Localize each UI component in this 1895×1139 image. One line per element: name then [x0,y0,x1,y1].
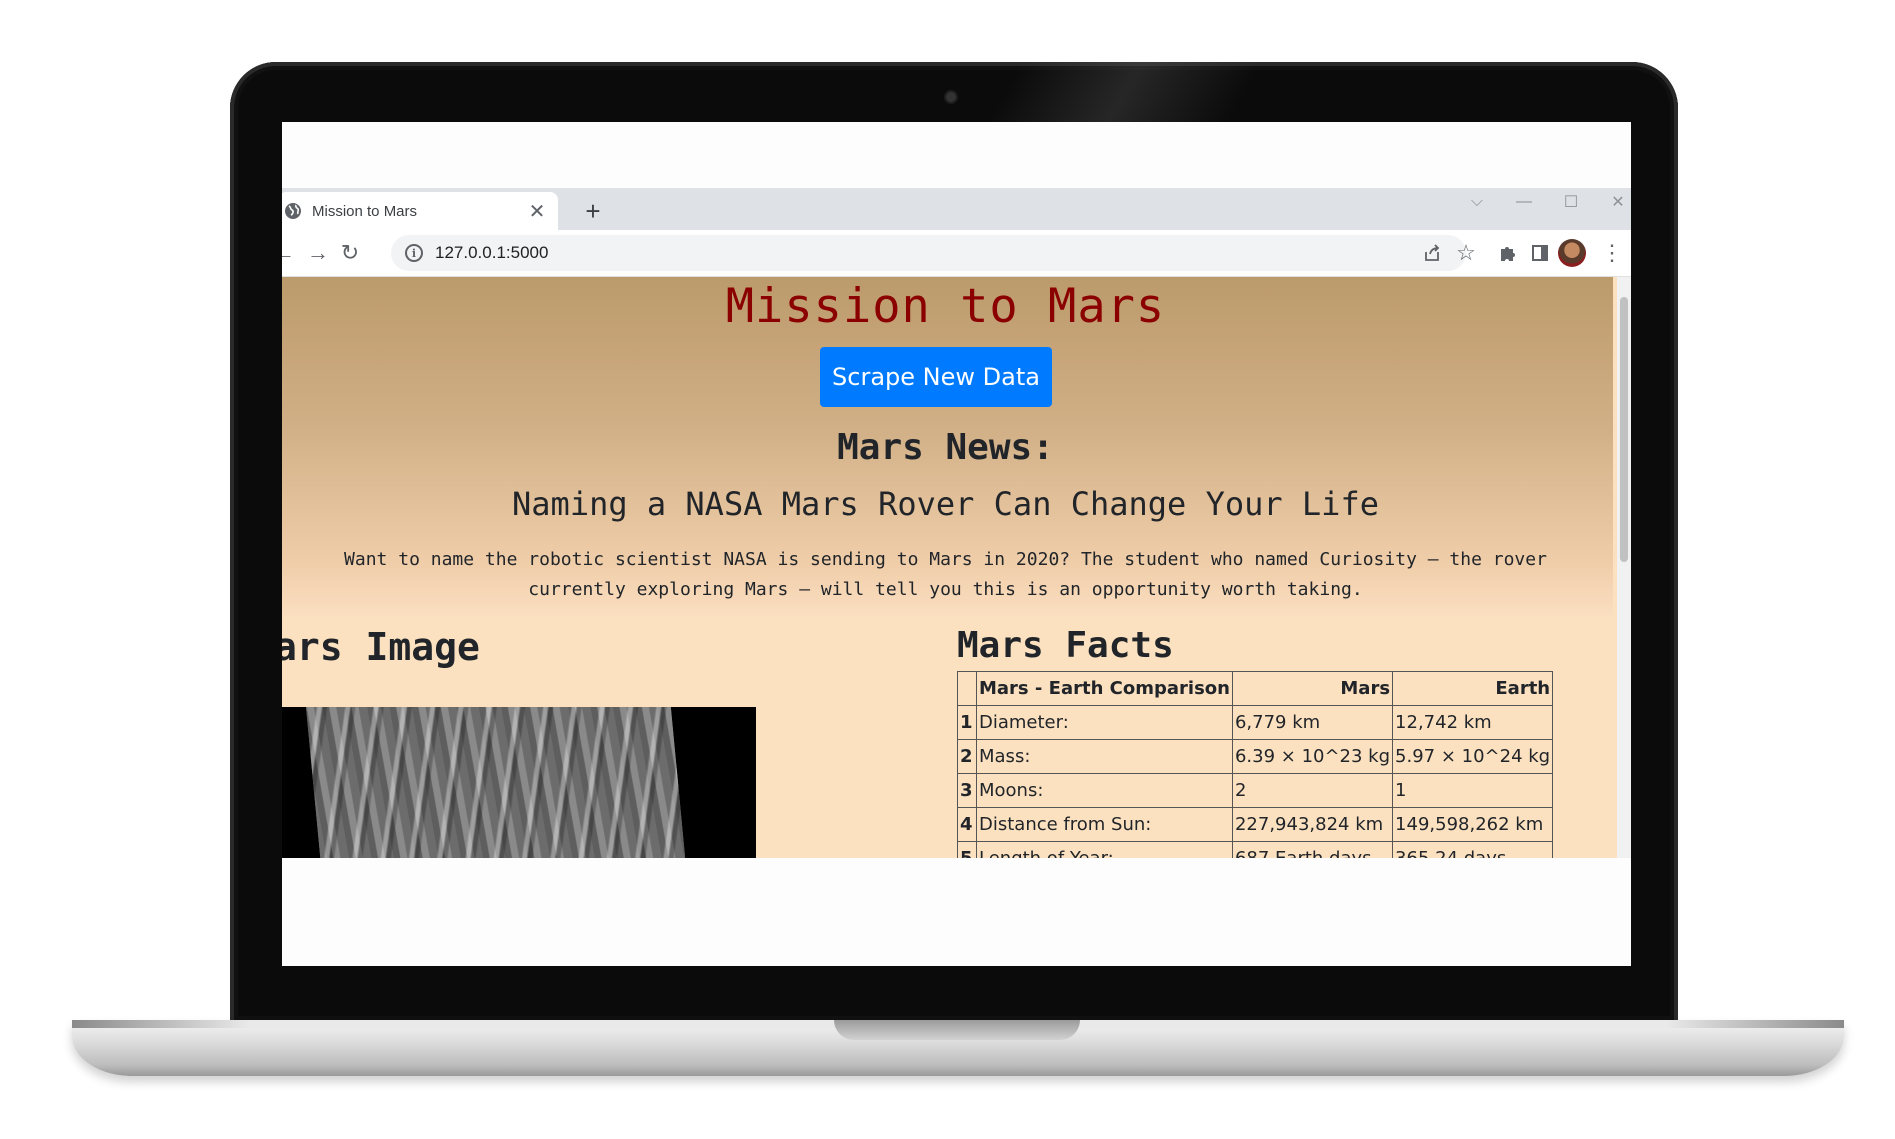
news-title: Naming a NASA Mars Rover Can Change Your… [512,485,1379,523]
forward-icon[interactable]: → [304,239,332,267]
table-header-row: Mars - Earth Comparison Mars Earth [957,671,1554,706]
featured-mars-image [282,707,756,858]
scrape-new-data-button[interactable]: Scrape New Data [820,347,1052,407]
row-index: 5 [957,841,977,858]
jumbotron-header: Mission to Mars Scrape New Data Mars New… [282,277,1613,617]
row-label: Length of Year: [976,841,1233,858]
mars-value: 227,943,824 km [1231,807,1394,842]
mars-dunes-photo [306,707,686,858]
table-row: 3 Moons: 2 1 [957,773,1554,808]
page-viewport: Mission to Mars Scrape New Data Mars New… [282,277,1631,858]
browser-window: Mission to Mars ✕ + ⌵ — ☐ ✕ ← → ↻ i 127.… [282,188,1631,858]
row-label: Moons: [976,773,1233,808]
page-scrollbar[interactable] [1617,277,1631,858]
facts-heading: Mars Facts [957,625,1174,666]
row-label: Diameter: [976,705,1233,740]
earth-value: 5.97 × 10^24 kg [1392,739,1554,774]
earth-value: 1 [1392,773,1554,808]
index-header [957,671,977,706]
laptop-notch [834,1020,1080,1040]
globe-icon [284,202,302,220]
back-icon[interactable]: ← [282,239,298,267]
extensions-icon[interactable] [1494,239,1522,267]
new-tab-button[interactable]: + [578,196,608,226]
close-tab-icon[interactable]: ✕ [524,198,550,224]
bezel-reflection [987,62,1263,122]
mars-facts-table: Mars - Earth Comparison Mars Earth 1 Dia… [957,671,1554,858]
tab-strip: Mission to Mars ✕ + ⌵ — ☐ ✕ [282,188,1631,230]
maximize-icon[interactable]: ☐ [1559,190,1583,214]
earth-value: 149,598,262 km [1392,807,1554,842]
close-window-icon[interactable]: ✕ [1606,190,1630,214]
mars-value: 6,779 km [1231,705,1394,740]
bookmark-star-icon[interactable]: ☆ [1452,239,1480,267]
profile-avatar[interactable] [1558,239,1586,267]
row-index: 1 [957,705,977,740]
url-text: 127.0.0.1:5000 [435,243,549,262]
row-index: 4 [957,807,977,842]
table-row: 5 Length of Year: 687 Earth days 365.24 … [957,841,1554,858]
browser-tab[interactable]: Mission to Mars ✕ [282,192,558,230]
row-index: 3 [957,773,977,808]
comparison-header: Mars - Earth Comparison [976,671,1233,706]
mars-value: 2 [1231,773,1394,808]
minimize-icon[interactable]: — [1512,190,1536,214]
mars-value: 687 Earth days [1231,841,1394,858]
row-label: Distance from Sun: [976,807,1233,842]
site-info-icon[interactable]: i [405,244,423,262]
browser-toolbar: ← → ↻ i 127.0.0.1:5000 ☆ ⋮ [282,230,1631,277]
row-index: 2 [957,739,977,774]
featured-image-heading: ars Image [282,625,480,669]
laptop-screen: Mission to Mars ✕ + ⌵ — ☐ ✕ ← → ↻ i 127.… [282,122,1631,966]
row-label: Mass: [976,739,1233,774]
news-paragraph: Want to name the robotic scientist NASA … [344,549,1547,600]
news-heading: Mars News: [837,427,1054,468]
side-panel-icon[interactable] [1526,239,1554,267]
reload-icon[interactable]: ↻ [336,239,364,267]
earth-value: 12,742 km [1392,705,1554,740]
earth-value: 365.24 days [1392,841,1554,858]
table-row: 4 Distance from Sun: 227,943,824 km 149,… [957,807,1554,842]
share-icon[interactable] [1418,239,1446,267]
mars-value: 6.39 × 10^23 kg [1231,739,1394,774]
mars-header: Mars [1231,671,1394,706]
table-row: 2 Mass: 6.39 × 10^23 kg 5.97 × 10^24 kg [957,739,1554,774]
table-row: 1 Diameter: 6,779 km 12,742 km [957,705,1554,740]
earth-header: Earth [1392,671,1554,706]
webcam-icon [946,92,956,102]
scrollbar-thumb[interactable] [1620,297,1628,562]
page-title: Mission to Mars [725,279,1166,334]
more-menu-icon[interactable]: ⋮ [1598,239,1626,267]
tab-title: Mission to Mars [312,202,418,220]
tab-search-icon[interactable]: ⌵ [1465,190,1489,214]
address-bar[interactable]: i 127.0.0.1:5000 [391,235,1466,271]
